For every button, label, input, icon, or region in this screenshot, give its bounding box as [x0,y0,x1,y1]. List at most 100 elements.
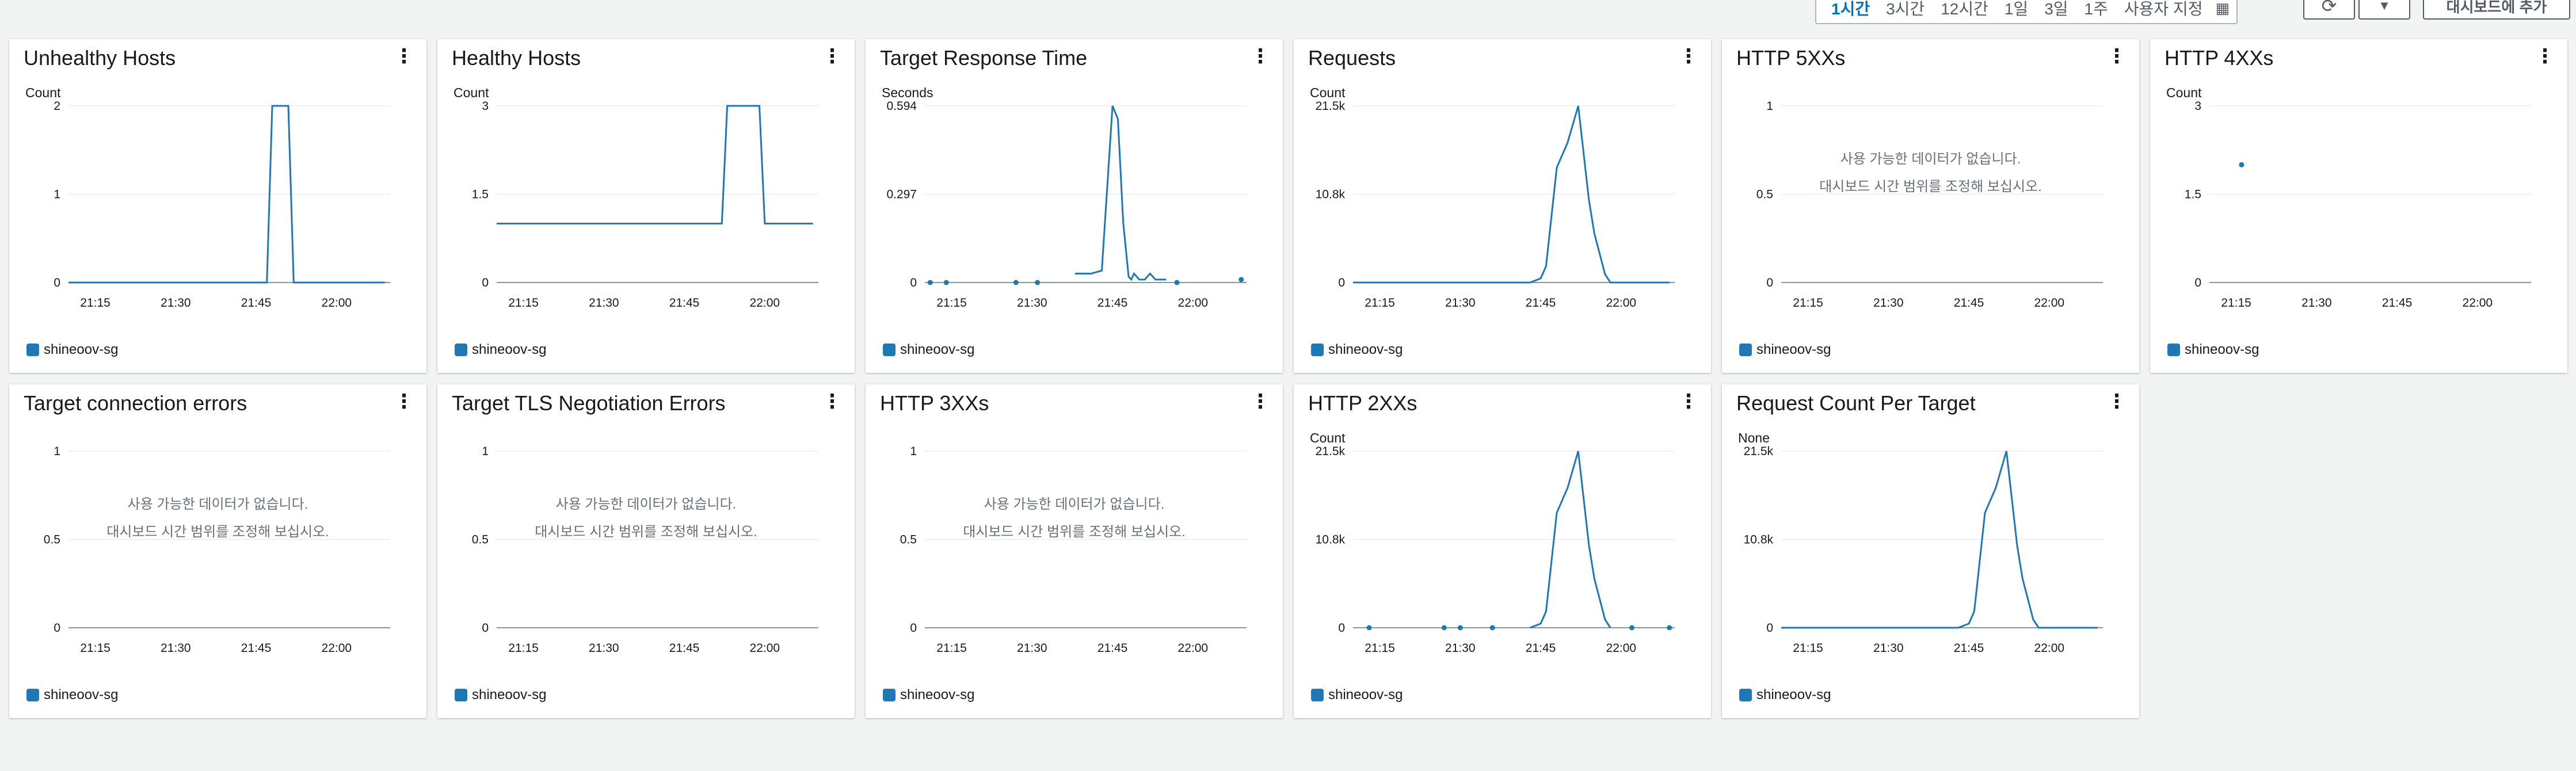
chart-legend[interactable]: shineoov-sg [1311,687,1403,703]
calendar-icon[interactable]: ▦ [2215,0,2230,17]
legend-swatch [455,343,467,356]
metric-chart: 21.5k 10.8k 0 21:15 21:30 21:45 22:00 [1744,445,2103,655]
x-tick-label: 22:00 [750,296,780,310]
refresh-options-button[interactable]: ▼ [2358,0,2410,20]
y-tick-label: 1 [1766,100,1773,113]
metric-chart: 3 1.5 0 21:15 21:30 21:45 22:00 [472,100,818,310]
x-tick-label: 21:15 [508,296,539,310]
chart-legend[interactable]: shineoov-sg [26,687,118,703]
x-tick-label: 21:45 [1954,642,1984,655]
metric-chart: 3 1.5 0 21:15 21:30 21:45 22:00 [2185,100,2531,310]
chart-legend[interactable]: shineoov-sg [883,342,974,358]
x-tick-label: 21:15 [936,642,967,655]
x-tick-label: 21:30 [161,296,191,310]
y-tick-label: 1 [54,445,60,458]
y-tick-label: 0 [2194,276,2201,289]
x-tick-label: 22:00 [1606,296,1637,310]
x-tick-label: 21:15 [80,642,110,655]
y-tick-label: 0.297 [886,188,917,201]
widget-title: Unhealthy Hosts [24,46,176,70]
y-tick-label: 0 [54,621,60,635]
more-options-icon[interactable]: ⋮ [822,390,842,413]
legend-label: shineoov-sg [2185,342,2259,357]
data-point [927,280,933,285]
time-range-option[interactable]: 1시간 [1823,0,1878,20]
y-tick-label: 1 [54,188,60,201]
legend-swatch [26,689,39,701]
metric-widget[interactable]: Target Response Time ⋮ Seconds 0.594 0.297 0 2… [866,39,1283,373]
chart-legend[interactable]: shineoov-sg [1311,342,1403,358]
x-tick-label: 21:30 [1445,296,1476,310]
widget-title: Healthy Hosts [452,46,581,70]
x-tick-label: 21:30 [1873,296,1904,310]
metric-widget[interactable]: Requests ⋮ Count 21.5k 10.8k 0 21:15 21:30 21:45… [1294,39,1711,373]
y-tick-label: 2 [54,100,60,113]
metric-widget[interactable]: HTTP 5XXs ⋮ 1 0.5 0 21:15 21:30 21:45 22:00 사용 가능… [1722,39,2139,373]
chart-legend[interactable]: shineoov-sg [1739,687,1831,703]
x-tick-label: 21:30 [1017,642,1047,655]
metric-chart: 10.5021:15 21:30 21:45 22:00 [900,445,1247,655]
time-range-option[interactable]: 사용자 지정 [2116,0,2211,20]
metric-chart: 21.5k 10.8k 0 21:15 21:30 21:45 22:00 [1316,445,1675,655]
metric-widget[interactable]: Target TLS Negotiation Errors ⋮ 1 0.5 0 21:15… [437,384,855,718]
more-options-icon[interactable]: ⋮ [394,45,414,68]
metric-chart: 21.5k 10.8k 0 21:15 21:30 21:45 22:00 [1316,100,1675,310]
metric-widget[interactable]: Healthy Hosts ⋮ Count 3 1.5 0 21:15 21:30 21:45 2… [437,39,855,373]
y-tick-label: 21.5k [1744,445,1774,458]
metric-widget[interactable]: Unhealthy Hosts ⋮ Count 2 1 0 21:15 21:30 21:45 2… [9,39,426,373]
metric-widget[interactable]: HTTP 4XXs ⋮ Count 3 1.5 0 21:15 21:30 21:45 22:00… [2150,39,2567,373]
widget-title: HTTP 3XXs [880,391,989,415]
time-range-option[interactable]: 3시간 [1878,0,1933,20]
data-point [1629,625,1634,631]
y-tick-label: 3 [2194,100,2201,113]
metric-chart: 2 1 0 21:15 21:30 21:45 22:00 [54,100,390,310]
chart-legend[interactable]: shineoov-sg [455,342,546,358]
more-options-icon[interactable]: ⋮ [2107,390,2127,413]
y-tick-label: 0.594 [886,100,917,113]
chart-legend[interactable]: shineoov-sg [883,687,974,703]
more-options-icon[interactable]: ⋮ [1251,390,1270,413]
x-tick-label: 22:00 [1178,642,1209,655]
data-point [1667,625,1672,631]
legend-label: shineoov-sg [1328,342,1403,357]
more-options-icon[interactable]: ⋮ [1679,45,1698,68]
x-tick-label: 21:45 [1098,296,1128,310]
legend-swatch [26,343,39,356]
metric-widget[interactable]: HTTP 2XXs ⋮ Count 21.5k 10.8k 0 21:15 21:30 21:4… [1294,384,1711,718]
y-tick-label: 1.5 [2185,188,2201,201]
more-options-icon[interactable]: ⋮ [822,45,842,68]
x-tick-label: 21:30 [1873,642,1904,655]
x-tick-label: 22:00 [2034,642,2065,655]
add-to-dashboard-button[interactable]: 대시보드에 추가 [2423,0,2570,20]
no-data-message: 사용 가능한 데이터가 없습니다. [984,497,1165,512]
x-tick-label: 21:30 [161,642,191,655]
x-tick-label: 22:00 [750,642,780,655]
chart-legend[interactable]: shineoov-sg [455,687,546,703]
legend-swatch [883,689,895,701]
time-range-option[interactable]: 1주 [2076,0,2116,20]
x-tick-label: 22:00 [1606,642,1637,655]
metric-widget[interactable]: Target connection errors ⋮ 1 0.5 0 21:15 21:30… [9,384,426,718]
y-tick-label: 21.5k [1316,445,1346,458]
refresh-button[interactable]: ⟳ [2303,0,2355,20]
more-options-icon[interactable]: ⋮ [1251,45,1270,68]
time-range-option[interactable]: 1일 [1996,0,2036,20]
chart-legend[interactable]: shineoov-sg [1739,342,1831,358]
time-range-option[interactable]: 3일 [2036,0,2076,20]
x-tick-label: 21:45 [2382,296,2413,310]
chart-legend[interactable]: shineoov-sg [2167,342,2259,358]
x-tick-label: 22:00 [1178,296,1209,310]
more-options-icon[interactable]: ⋮ [2107,45,2127,68]
no-data-message: 사용 가능한 데이터가 없습니다. [1840,151,2021,167]
metric-chart: 10.5021:15 21:30 21:45 22:00 [44,445,390,655]
no-data-hint: 대시보드 시간 범위를 조정해 보십시오. [963,524,1186,540]
metric-widget[interactable]: Request Count Per Target ⋮ None 21.5k 10.8k 0… [1722,384,2139,718]
more-options-icon[interactable]: ⋮ [2535,45,2555,68]
metric-widget[interactable]: HTTP 3XXs ⋮ 1 0.5 0 21:15 21:30 21:45 22:00 사용 가능… [866,384,1283,718]
more-options-icon[interactable]: ⋮ [394,390,414,413]
legend-swatch [1311,689,1324,701]
chart-legend[interactable]: shineoov-sg [26,342,118,358]
y-tick-label: 10.8k [1316,533,1346,547]
more-options-icon[interactable]: ⋮ [1679,390,1698,413]
time-range-option[interactable]: 12시간 [1933,0,1996,20]
